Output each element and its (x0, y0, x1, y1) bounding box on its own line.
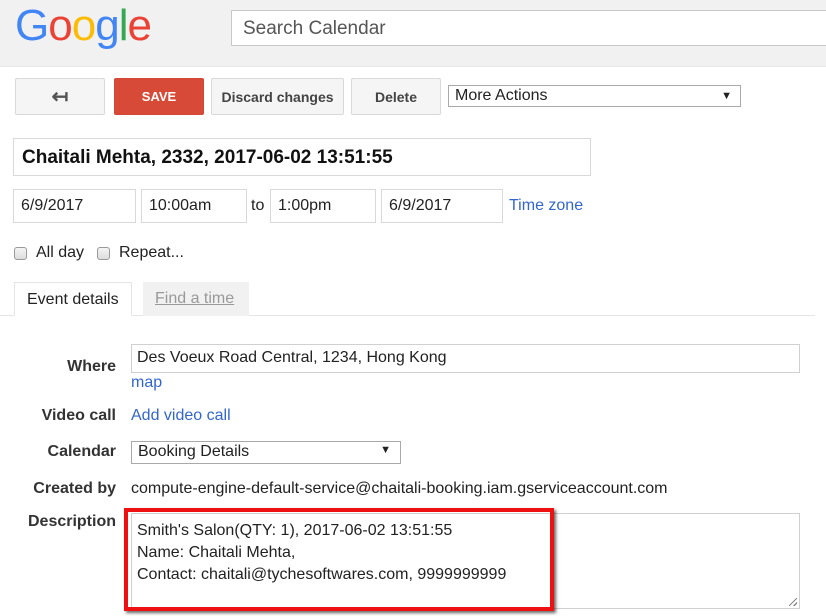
event-title-input[interactable]: Chaitali Mehta, 2332, 2017-06-02 13:51:5… (13, 138, 591, 176)
description-label: Description (27, 513, 116, 530)
description-line: Contact: chaitali@tychesoftwares.com, 99… (137, 566, 507, 583)
all-day-checkbox[interactable] (14, 246, 27, 260)
tab-event-details[interactable]: Event details (14, 282, 132, 316)
add-video-call-link[interactable]: Add video call (131, 407, 231, 425)
discard-changes-button[interactable]: Discard changes (211, 78, 344, 115)
dropdown-arrow-icon: ▼ (380, 444, 391, 456)
calendar-select-value: Booking Details (138, 443, 250, 460)
logo-letter: g (95, 1, 120, 50)
delete-button[interactable]: Delete (351, 78, 441, 115)
save-button[interactable]: SAVE (114, 78, 204, 115)
where-label: Where (67, 358, 116, 375)
map-link[interactable]: map (131, 374, 162, 392)
repeat-option[interactable]: Repeat... (97, 244, 184, 262)
top-bar: Google Search Calendar (0, 0, 826, 66)
back-arrow-icon: ↤ (51, 86, 69, 108)
back-button[interactable]: ↤ (15, 78, 105, 115)
resize-grip-icon[interactable] (789, 598, 797, 606)
more-actions-select[interactable]: More Actions ▼ (448, 85, 741, 107)
logo-letter: o (71, 1, 97, 50)
to-label: to (251, 197, 265, 214)
end-date-input[interactable]: 6/9/2017 (381, 189, 503, 223)
all-day-option[interactable]: All day (14, 244, 84, 262)
calendar-select[interactable]: Booking Details ▼ (131, 441, 401, 464)
repeat-label: Repeat... (119, 244, 184, 261)
time-zone-link[interactable]: Time zone (509, 197, 583, 215)
start-date-input[interactable]: 6/9/2017 (13, 189, 136, 223)
tab-find-a-time[interactable]: Find a time (143, 282, 249, 316)
logo-letter: G (15, 1, 49, 50)
description-line: Smith's Salon(QTY: 1), 2017-06-02 13:51:… (137, 522, 453, 539)
end-time-input[interactable]: 1:00pm (270, 189, 376, 223)
where-input[interactable]: Des Voeux Road Central, 1234, Hong Kong (131, 344, 800, 373)
created-by-label: Created by (33, 480, 116, 497)
description-line: Name: Chaitali Mehta, (137, 544, 296, 561)
start-time-input[interactable]: 10:00am (141, 189, 247, 223)
created-by-value: compute-engine-default-service@chaitali-… (131, 480, 668, 497)
search-calendar-input[interactable]: Search Calendar (231, 10, 826, 46)
logo-letter: l (118, 1, 129, 50)
event-toolbar: ↤ SAVE Discard changes Delete More Actio… (0, 66, 826, 126)
video-call-label: Video call (41, 407, 116, 424)
more-actions-label: More Actions (455, 87, 548, 104)
calendar-label: Calendar (47, 443, 116, 460)
google-logo[interactable]: Google (15, 1, 152, 50)
all-day-label: All day (36, 244, 85, 261)
repeat-checkbox[interactable] (97, 246, 110, 260)
description-textarea[interactable]: Smith's Salon(QTY: 1), 2017-06-02 13:51:… (131, 513, 800, 609)
logo-letter: o (48, 1, 73, 50)
dropdown-arrow-icon: ▼ (721, 90, 732, 102)
logo-letter: e (127, 1, 152, 50)
